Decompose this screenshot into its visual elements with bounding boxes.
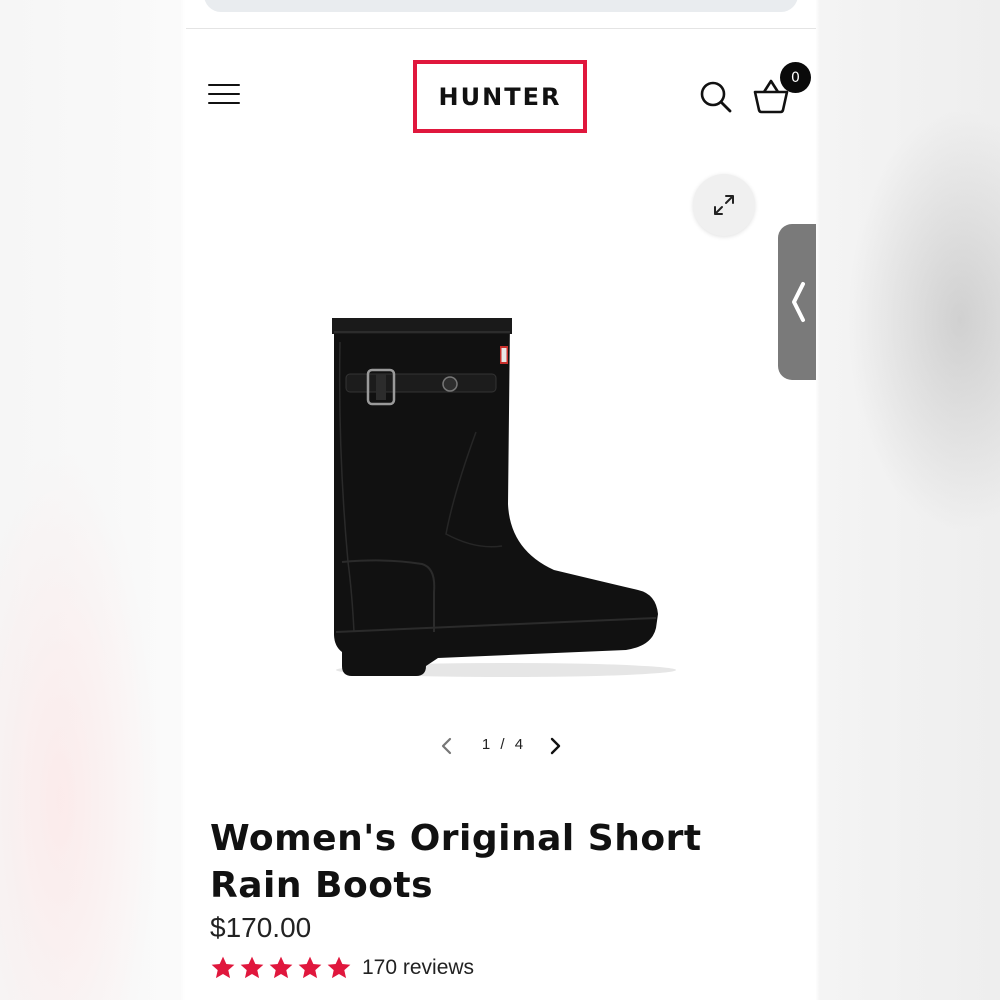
reviews-link[interactable]: 170 reviews [362, 956, 474, 980]
logo-text: HUNTER [438, 82, 562, 111]
product-price: $170.00 [210, 912, 312, 943]
product-page: HUNTER 0 1 / 4 Women's Original Short Ra… [186, 0, 816, 1000]
star-rating [210, 955, 352, 981]
star-icon [240, 956, 264, 979]
hamburger-menu-icon[interactable] [208, 84, 240, 110]
cart-count-badge: 0 [780, 62, 811, 93]
search-icon[interactable] [699, 80, 733, 114]
chevron-right-icon[interactable] [544, 734, 566, 758]
header-divider [186, 28, 816, 29]
product-image-boot[interactable] [326, 312, 686, 684]
product-rating: 170 reviews [210, 952, 474, 984]
star-icon [327, 956, 351, 979]
star-icon [211, 956, 235, 979]
image-pager: 1 / 4 [436, 732, 570, 760]
chevron-left-icon [792, 282, 805, 322]
browser-address-bar[interactable] [204, 0, 798, 12]
image-counter: 1 / 4 [481, 736, 527, 753]
star-icon [269, 956, 293, 979]
expand-icon[interactable] [693, 174, 755, 236]
side-panel-toggle[interactable] [778, 224, 816, 380]
product-title: Women's Original Short Rain Boots [210, 818, 702, 906]
chevron-left-icon[interactable] [436, 734, 458, 758]
hunter-logo[interactable]: HUNTER [413, 60, 587, 133]
star-icon [298, 956, 322, 979]
